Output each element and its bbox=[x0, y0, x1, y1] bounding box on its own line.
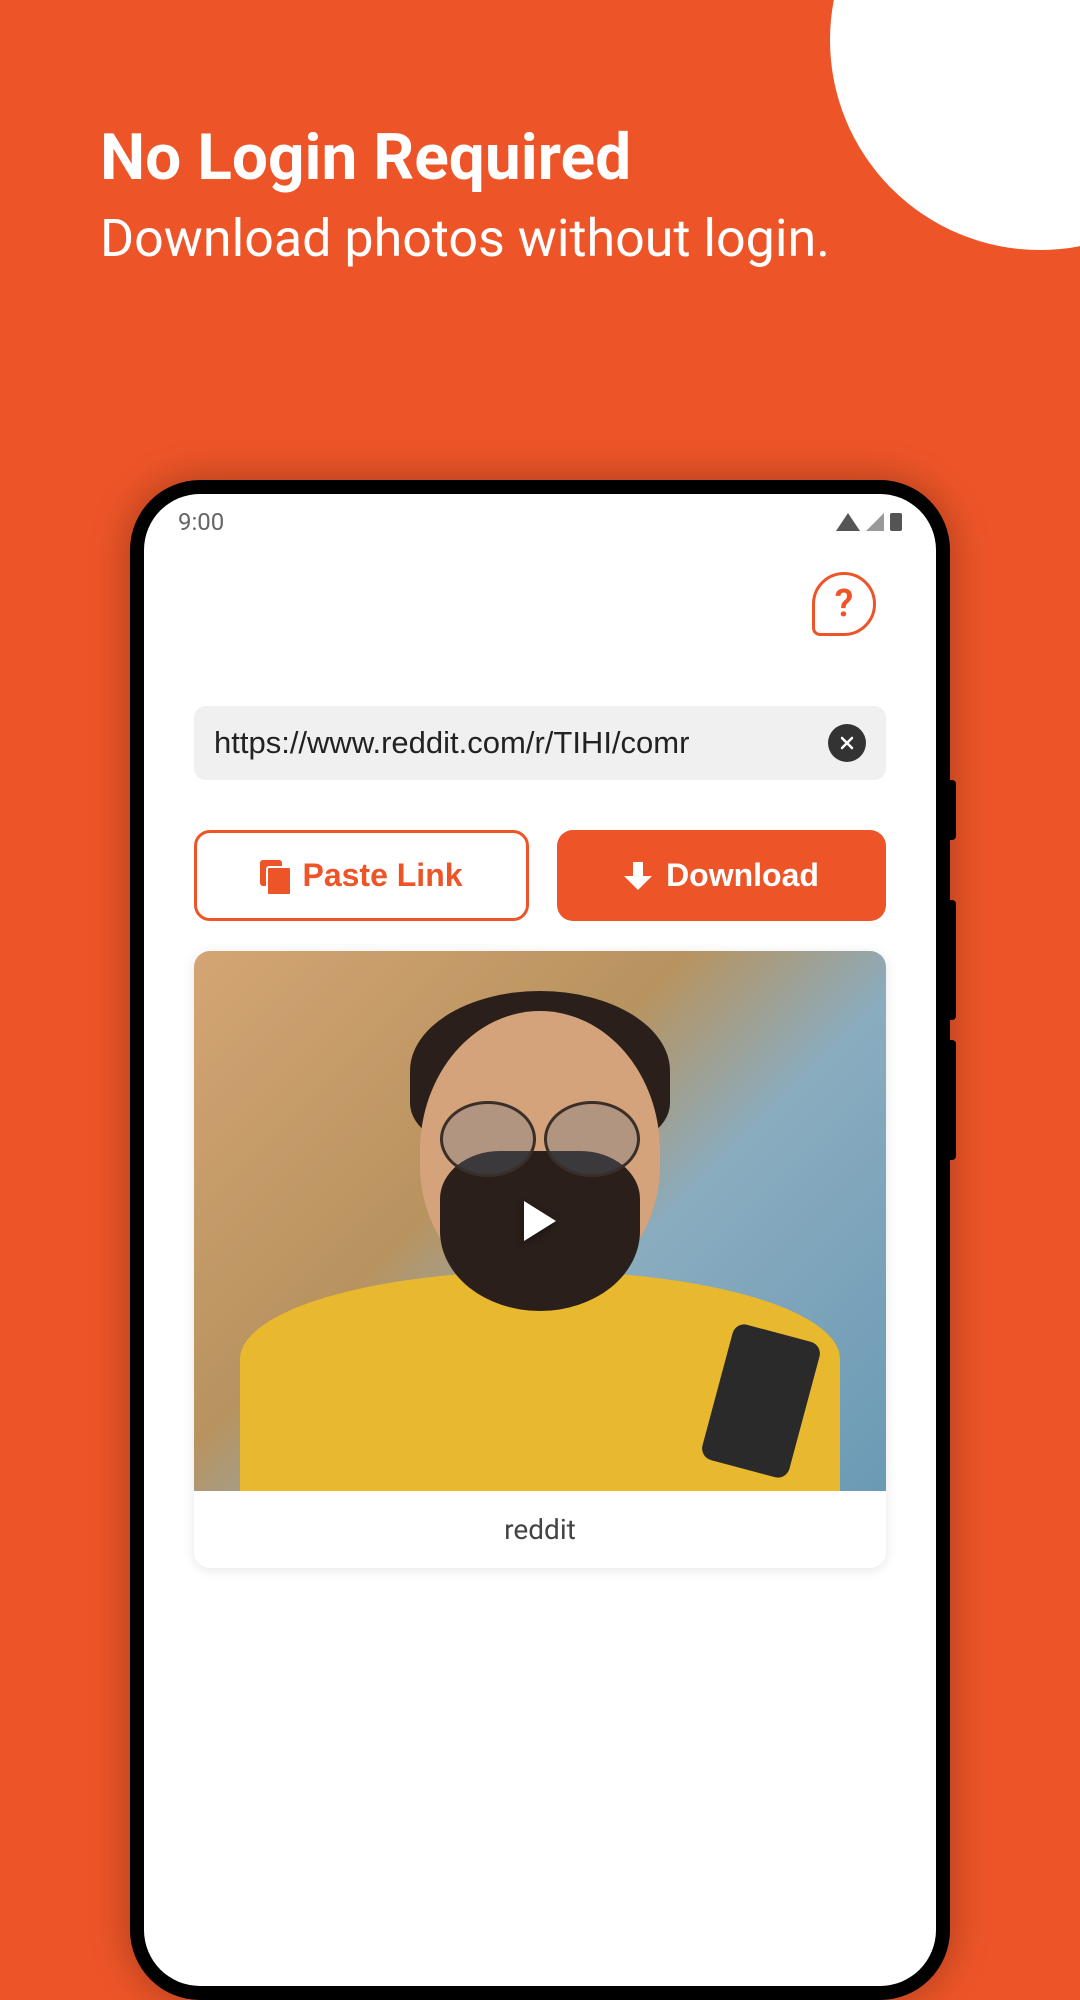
paste-icon bbox=[260, 860, 288, 892]
status-bar: 9:00 bbox=[144, 494, 936, 542]
phone-frame: 9:00 ? bbox=[130, 480, 950, 2000]
wifi-icon bbox=[836, 513, 860, 531]
button-row: Paste Link Download bbox=[194, 830, 886, 921]
help-icon[interactable]: ? bbox=[812, 572, 876, 636]
help-row: ? bbox=[194, 572, 886, 636]
video-label: reddit bbox=[194, 1491, 886, 1568]
clear-icon[interactable] bbox=[828, 724, 866, 762]
video-preview[interactable] bbox=[194, 951, 886, 1491]
status-icons bbox=[836, 513, 902, 531]
battery-icon bbox=[890, 513, 902, 531]
phone-screen: 9:00 ? bbox=[144, 494, 936, 1986]
phone-side-button bbox=[950, 900, 956, 1020]
status-time: 9:00 bbox=[178, 508, 224, 536]
download-label: Download bbox=[666, 857, 819, 894]
signal-icon bbox=[866, 513, 884, 531]
app-content: ? Paste Link Downl bbox=[144, 542, 936, 1598]
download-button[interactable]: Download bbox=[557, 830, 886, 921]
phone-side-button bbox=[950, 780, 956, 840]
phone-side-button bbox=[950, 1040, 956, 1160]
paste-link-label: Paste Link bbox=[302, 857, 462, 894]
url-input[interactable] bbox=[214, 725, 816, 761]
url-input-container bbox=[194, 706, 886, 780]
play-icon bbox=[524, 1201, 556, 1241]
video-card: reddit bbox=[194, 951, 886, 1568]
paste-link-button[interactable]: Paste Link bbox=[194, 830, 529, 921]
download-icon bbox=[624, 862, 652, 890]
promo-subtitle: Download photos without login. bbox=[100, 205, 980, 273]
promo-title: No Login Required bbox=[100, 120, 980, 195]
